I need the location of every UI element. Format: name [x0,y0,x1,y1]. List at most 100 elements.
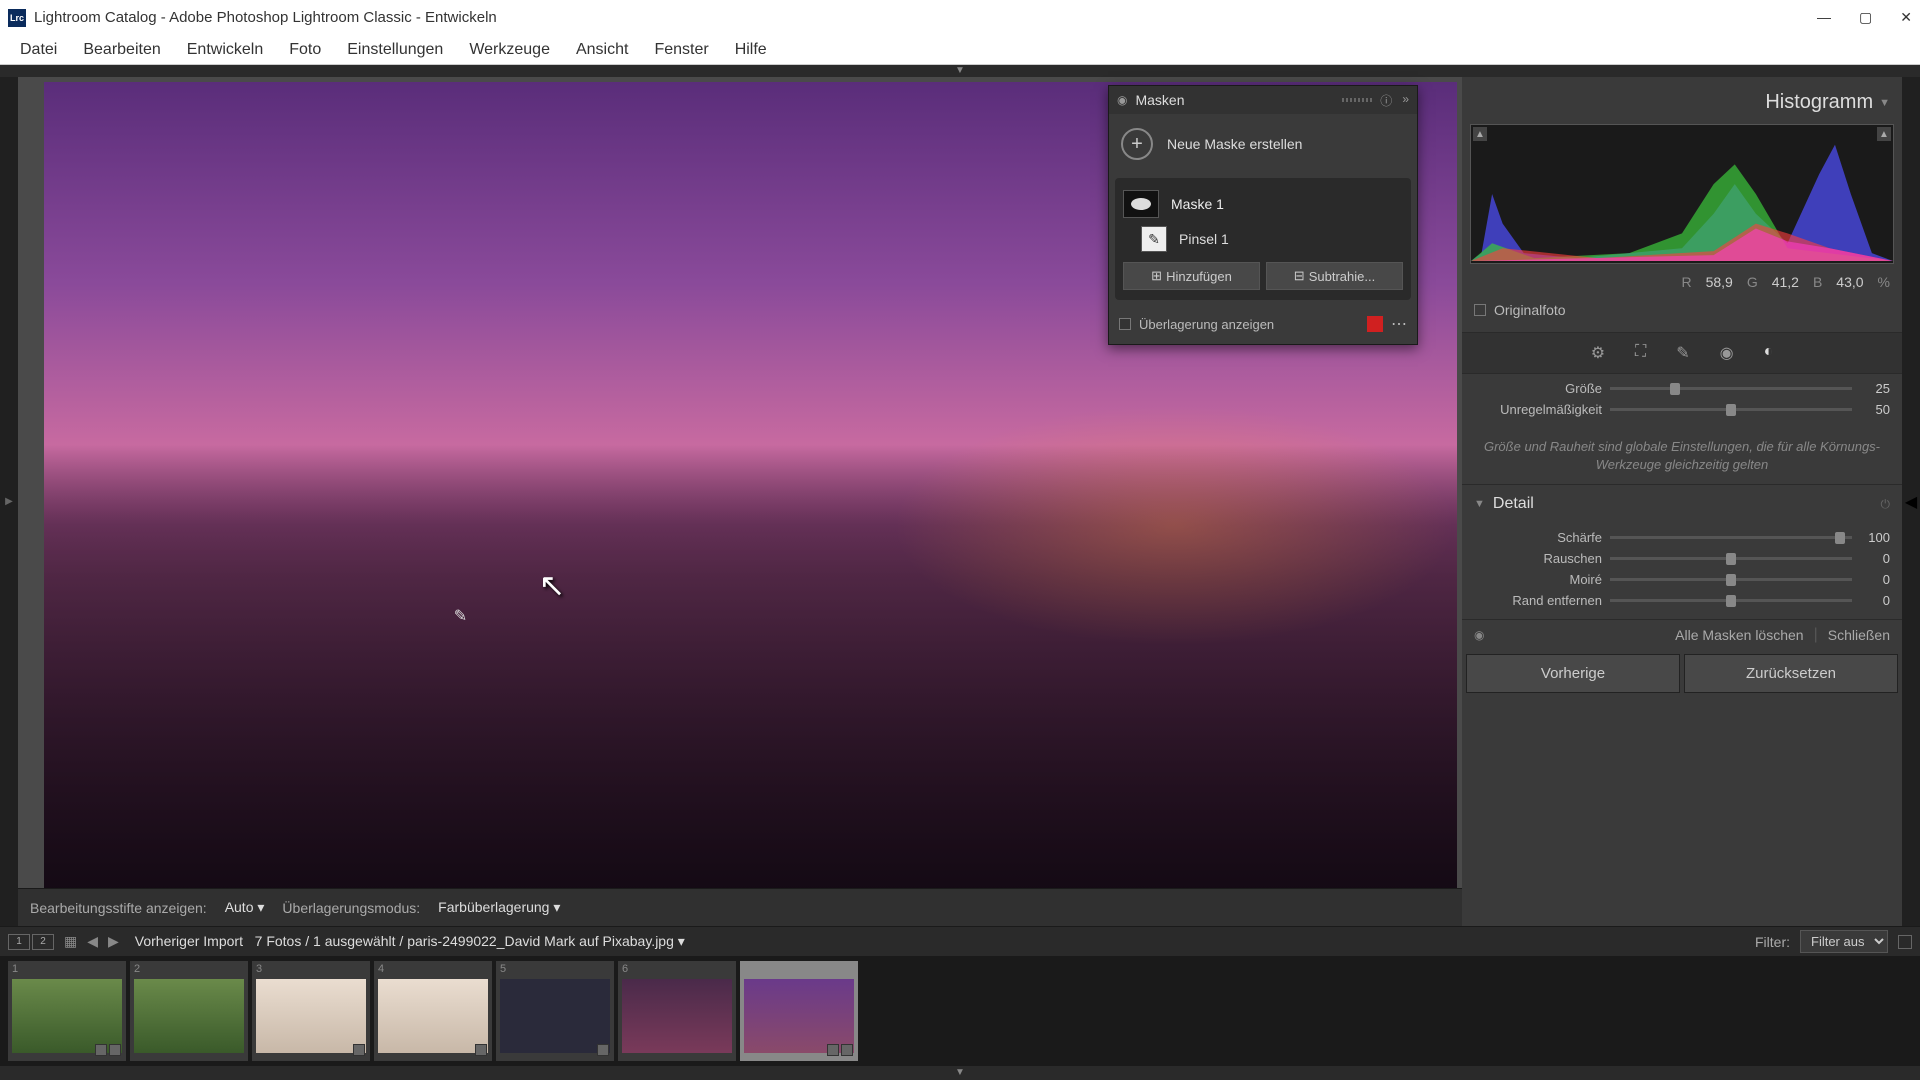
overlay-label: Überlagerung anzeigen [1139,317,1359,332]
detail-section-header[interactable]: ▼ Detail ⏻ [1462,484,1902,523]
thumbnail[interactable]: 3 [252,961,370,1061]
thumbnail[interactable]: 4 [374,961,492,1061]
masks-help-icon[interactable]: ⓘ [1380,92,1392,109]
masking-tool-icon[interactable]: ◐ [1764,343,1774,363]
crop-tool-icon[interactable]: ⛶ [1635,343,1646,363]
slider-track[interactable] [1610,536,1852,539]
overlay-mode-label: Überlagerungsmodus: [282,900,420,916]
heal-tool-icon[interactable]: ✎ [1676,343,1689,363]
slider-handle[interactable] [1835,532,1845,544]
filter-label: Filter: [1755,934,1790,950]
thumbnail[interactable]: 2 [130,961,248,1061]
histogram-title: Histogramm [1765,91,1873,114]
masks-collapse-icon[interactable]: » [1402,92,1409,109]
slider-track[interactable] [1610,387,1852,390]
nav-next-icon[interactable]: ▶ [108,933,119,950]
thumbnail[interactable]: 5 [496,961,614,1061]
filter-lock-icon[interactable] [1898,935,1912,949]
slider-groesse: Größe 25 [1474,378,1890,399]
overlay-checkbox[interactable] [1119,318,1131,330]
menu-hilfe[interactable]: Hilfe [723,37,779,63]
left-panel-collapse[interactable]: ▶ [0,77,18,926]
monitor-1-button[interactable]: 1 [8,934,30,950]
rgb-readout: R58,9 G41,2 B43,0 % [1470,268,1894,296]
slider-handle[interactable] [1726,553,1736,565]
window-titlebar: Lrc Lightroom Catalog - Adobe Photoshop … [0,0,1920,35]
slider-handle[interactable] [1670,383,1680,395]
menu-datei[interactable]: Datei [8,37,69,63]
histogram-collapse-icon[interactable]: ▼ [1879,97,1890,109]
monitor-2-button[interactable]: 2 [32,934,54,950]
right-panel-collapse[interactable]: ◀ [1902,77,1920,926]
minimize-button[interactable]: — [1817,9,1831,26]
top-panel-collapse[interactable]: ▼ [0,65,1920,77]
pins-dropdown[interactable]: Auto ▾ [225,899,265,916]
thumbnail[interactable]: 6 [618,961,736,1061]
highlight-clip-icon[interactable]: ▲ [1877,127,1891,141]
close-button[interactable]: ✕ [1900,9,1912,26]
slider-handle[interactable] [1726,404,1736,416]
section-toggle-icon[interactable]: ⏻ [1881,497,1891,512]
brush-name: Pinsel 1 [1179,231,1229,247]
develop-toolbar: Bearbeitungsstifte anzeigen: Auto ▾ Über… [18,888,1462,926]
slider-handle[interactable] [1726,574,1736,586]
menu-einstellungen[interactable]: Einstellungen [335,37,455,63]
filmstrip-toolbar: 1 2 ▦ ◀ ▶ Vorheriger Import 7 Fotos / 1 … [0,926,1920,956]
dropdown-icon: ▾ [553,899,560,915]
bottom-panel-collapse[interactable]: ▼ [0,1066,1920,1080]
menu-bar: Datei Bearbeiten Entwickeln Foto Einstel… [0,35,1920,65]
menu-fenster[interactable]: Fenster [642,37,720,63]
original-label: Originalfoto [1494,302,1566,318]
app-icon: Lrc [8,9,26,27]
previous-button[interactable]: Vorherige [1466,654,1680,693]
brush-icon: ✎ [1141,226,1167,252]
create-mask-button[interactable]: + [1121,128,1153,160]
menu-ansicht[interactable]: Ansicht [564,37,640,63]
menu-foto[interactable]: Foto [277,37,333,63]
filmstrip: 1 2 2 3 4 5 6 7 [0,956,1920,1066]
filter-dropdown[interactable]: Filter aus [1800,930,1888,953]
slider-unregelmaessigkeit: Unregelmäßigkeit 50 [1474,399,1890,420]
menu-entwickeln[interactable]: Entwickeln [175,37,275,63]
redeye-tool-icon[interactable]: ◉ [1720,343,1734,363]
thumbnail[interactable]: 1 2 [8,961,126,1061]
maximize-button[interactable]: ▢ [1859,9,1872,26]
grid-view-icon[interactable]: ▦ [64,933,77,950]
mask-add-button[interactable]: ⊞Hinzufügen [1123,262,1260,290]
overlay-color-swatch[interactable] [1367,316,1383,332]
subtract-icon: ⊟ [1294,268,1305,284]
overlay-more-icon[interactable]: ⋯ [1391,314,1407,334]
create-mask-label: Neue Maske erstellen [1167,136,1302,152]
masks-panel-title: Masken [1135,92,1334,108]
slider-rand-entfernen: Rand entfernen 0 [1474,590,1890,611]
masks-visibility-icon[interactable]: ◉ [1117,93,1127,107]
grain-info-text: Größe und Rauheit sind globale Einstellu… [1462,428,1902,484]
cursor-icon: ↖ [539,566,566,604]
shadow-clip-icon[interactable]: ▲ [1473,127,1487,141]
delete-all-masks-link[interactable]: Alle Masken löschen [1675,627,1803,643]
adjust-tool-icon[interactable]: ⚙ [1591,343,1605,363]
right-panel: Histogramm ▼ ▲ ▲ R58,9 G41,2 B [1462,77,1902,926]
overlay-mode-dropdown[interactable]: Farbüberlagerung ▾ [438,899,560,916]
chevron-down-icon: ▼ [1474,498,1485,510]
preview-toggle-icon[interactable]: ◉ [1474,628,1484,642]
reset-button[interactable]: Zurücksetzen [1684,654,1898,693]
slider-track[interactable] [1610,408,1852,411]
filmstrip-source[interactable]: Vorheriger Import 7 Fotos / 1 ausgewählt… [135,933,685,950]
histogram-display[interactable]: ▲ ▲ [1470,124,1894,264]
close-masks-link[interactable]: Schließen [1828,627,1890,643]
original-checkbox[interactable] [1474,304,1486,316]
masks-panel: ◉ Masken ⓘ » + Neue Maske erstellen Mask… [1108,85,1418,345]
tool-strip: ⚙ ⛶ ✎ ◉ ◐ [1462,332,1902,374]
mask-item[interactable]: Maske 1 ✎ Pinsel 1 ⊞Hinzufügen ⊟Subtrahi… [1115,178,1411,300]
mask-subtract-button[interactable]: ⊟Subtrahie... [1266,262,1403,290]
panel-drag-handle[interactable] [1342,98,1372,102]
nav-prev-icon[interactable]: ◀ [87,933,98,950]
menu-bearbeiten[interactable]: Bearbeiten [71,37,172,63]
slider-handle[interactable] [1726,595,1736,607]
thumbnail-selected[interactable]: 7 [740,961,858,1061]
menu-werkzeuge[interactable]: Werkzeuge [457,37,562,63]
slider-track[interactable] [1610,599,1852,602]
slider-track[interactable] [1610,578,1852,581]
slider-track[interactable] [1610,557,1852,560]
